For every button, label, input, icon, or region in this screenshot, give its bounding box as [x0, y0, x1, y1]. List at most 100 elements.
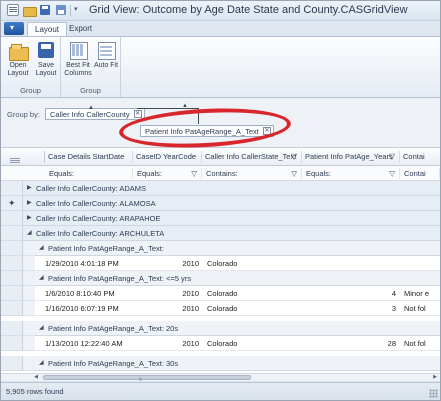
- row-selector[interactable]: ✦: [1, 196, 23, 211]
- row-selector[interactable]: [1, 241, 23, 256]
- collapse-arrow-icon[interactable]: ◢: [39, 324, 44, 331]
- cell-yearcode[interactable]: 2010: [133, 258, 202, 269]
- cell-startdate[interactable]: 1/6/2010 8:10:40 PM: [45, 288, 133, 299]
- group-indent: [23, 301, 35, 316]
- column-header-label: Case Details StartDate: [48, 152, 125, 161]
- group-row-county[interactable]: ▶ Caller Info CallerCounty: ALAMOSA: [23, 196, 440, 211]
- row-selector[interactable]: [1, 226, 23, 241]
- group-row-county[interactable]: ▶ Caller Info CallerCounty: ARAPAHOE: [23, 211, 440, 226]
- collapse-arrow-icon[interactable]: ◢: [27, 229, 32, 236]
- row-selector[interactable]: [1, 211, 23, 226]
- group-chip-county[interactable]: Caller Info CallerCounty ✕: [45, 108, 145, 120]
- save-icon[interactable]: [39, 4, 51, 16]
- cell-callerstate[interactable]: Colorado: [205, 288, 305, 299]
- table-row[interactable]: 1/13/2010 12:22:40 AM 2010 Colorado 28 N…: [35, 336, 440, 351]
- header-corner[interactable]: [1, 151, 45, 163]
- ribbon-group-label: Group: [80, 86, 101, 95]
- cell-callerstate[interactable]: Colorado: [205, 258, 305, 269]
- resize-grip-icon[interactable]: [429, 389, 438, 398]
- group-row-label: Patient Info PatAgeRange_A_Text: <=5 yrs: [48, 274, 192, 283]
- group-row-age-range[interactable]: ◢ Patient Info PatAgeRange_A_Text: 20s: [35, 321, 440, 336]
- auto-fit-label: Auto Fit: [93, 62, 119, 69]
- column-header-outcome[interactable]: Contai: [400, 151, 440, 163]
- cell-outcome[interactable]: Not fol: [402, 338, 440, 349]
- cell-yearcode[interactable]: 2010: [133, 338, 202, 349]
- ribbon-group-layout: Open Layout Save Layout Group: [1, 37, 61, 97]
- row-selector[interactable]: [1, 336, 23, 351]
- filter-cell-startdate[interactable]: Equals:: [45, 168, 133, 179]
- group-indent: [23, 356, 35, 371]
- row-selector[interactable]: [1, 286, 23, 301]
- filter-cell-outcome[interactable]: Contai: [400, 168, 440, 179]
- row-selector[interactable]: [1, 321, 23, 336]
- filter-icon[interactable]: ▽: [291, 151, 297, 163]
- application-button[interactable]: ▾: [4, 22, 24, 35]
- scroll-left-icon[interactable]: ◀: [31, 374, 41, 381]
- filter-cell-yearcode[interactable]: Equals: ▽: [133, 168, 202, 179]
- cell-startdate[interactable]: 1/29/2010 4:01:18 PM: [45, 258, 133, 269]
- open-folder-icon[interactable]: [23, 4, 37, 17]
- cell-patage[interactable]: 3: [302, 303, 399, 314]
- row-selector[interactable]: [1, 256, 23, 271]
- filter-icon[interactable]: ▽: [389, 151, 395, 163]
- group-indent: [23, 241, 35, 256]
- expand-arrow-icon[interactable]: ▶: [27, 199, 32, 206]
- cell-yearcode[interactable]: 2010: [133, 288, 202, 299]
- filter-cell-patage[interactable]: Equals: ▽: [302, 168, 400, 179]
- collapse-arrow-icon[interactable]: ◢: [39, 274, 44, 281]
- scrollbar-thumb[interactable]: |||: [43, 375, 251, 381]
- cell-patage[interactable]: [302, 258, 399, 269]
- expand-arrow-icon[interactable]: ▶: [27, 214, 32, 221]
- app-menu-icon[interactable]: [7, 4, 19, 16]
- row-selector[interactable]: [1, 356, 23, 371]
- group-row-age-range[interactable]: ◢ Patient Info PatAgeRange_A_Text:: [35, 241, 440, 256]
- column-header-patage[interactable]: Patient Info PatAge_Years ▽: [302, 151, 400, 163]
- group-row-age-range[interactable]: ◢ Patient Info PatAgeRange_A_Text: <=5 yr…: [35, 271, 440, 286]
- filter-icon[interactable]: ▽: [191, 168, 197, 179]
- table-row[interactable]: 1/16/2010 6:07:19 PM 2010 Colorado 3 Not…: [35, 301, 440, 316]
- sort-arrow-icon: ▲: [182, 103, 188, 109]
- cell-patage[interactable]: 28: [302, 338, 399, 349]
- column-header-callerstate[interactable]: Caller Info CallerState_Text ▽: [202, 151, 302, 163]
- group-row-age-range[interactable]: ◢ Patient Info PatAgeRange_A_Text: 30s: [35, 356, 440, 371]
- group-by-label: Group by:: [7, 110, 40, 119]
- filter-icon[interactable]: ▽: [291, 168, 297, 179]
- cell-yearcode[interactable]: 2010: [133, 303, 202, 314]
- cell-startdate[interactable]: 1/16/2010 6:07:19 PM: [45, 303, 133, 314]
- cell-outcome[interactable]: Not fol: [402, 303, 440, 314]
- tab-export[interactable]: Export: [62, 22, 99, 36]
- cell-callerstate[interactable]: Colorado: [205, 338, 305, 349]
- ribbon-panel: Open Layout Save Layout Group Best Fit C…: [1, 36, 440, 98]
- auto-fit-button[interactable]: Auto Fit: [92, 40, 120, 84]
- new-row-star-icon: ✦: [8, 198, 16, 208]
- row-selector[interactable]: [1, 181, 23, 196]
- column-header-startdate[interactable]: Case Details StartDate: [45, 151, 133, 163]
- filter-cell-callerstate[interactable]: Contains: ▽: [202, 168, 302, 179]
- group-row-county[interactable]: ◢ Caller Info CallerCounty: ARCHULETA: [23, 226, 440, 241]
- filter-icon[interactable]: ▽: [389, 168, 395, 179]
- cell-outcome[interactable]: Minor e: [402, 288, 440, 299]
- row-selector[interactable]: [1, 271, 23, 286]
- save-as-icon[interactable]: [55, 4, 67, 16]
- scroll-right-icon[interactable]: ▶: [430, 374, 440, 381]
- cell-callerstate[interactable]: Colorado: [205, 303, 305, 314]
- row-selector[interactable]: [1, 301, 23, 316]
- expand-arrow-icon[interactable]: ▶: [27, 184, 32, 191]
- group-row-label: Caller Info CallerCounty: ARAPAHOE: [36, 214, 161, 223]
- column-header-label: CaseID YearCode: [136, 152, 197, 161]
- group-row-county[interactable]: ▶ Caller Info CallerCounty: ADAMS: [23, 181, 440, 196]
- cell-outcome[interactable]: [402, 258, 440, 269]
- filter-operator: Contai: [404, 169, 426, 178]
- group-indent: [23, 256, 35, 271]
- table-row[interactable]: 1/29/2010 4:01:18 PM 2010 Colorado: [35, 256, 440, 271]
- cell-patage[interactable]: 4: [302, 288, 399, 299]
- filter-operator: Equals:: [306, 169, 332, 178]
- column-header-yearcode[interactable]: CaseID YearCode: [133, 151, 202, 163]
- horizontal-scrollbar[interactable]: ◀ ||| ▶: [1, 373, 440, 381]
- collapse-arrow-icon[interactable]: ◢: [39, 244, 44, 251]
- quick-access-dropdown-icon[interactable]: ▾: [74, 5, 82, 15]
- save-layout-button[interactable]: Save Layout: [32, 40, 60, 84]
- table-row[interactable]: 1/6/2010 8:10:40 PM 2010 Colorado 4 Mino…: [35, 286, 440, 301]
- cell-startdate[interactable]: 1/13/2010 12:22:40 AM: [45, 338, 133, 349]
- collapse-arrow-icon[interactable]: ◢: [39, 359, 44, 366]
